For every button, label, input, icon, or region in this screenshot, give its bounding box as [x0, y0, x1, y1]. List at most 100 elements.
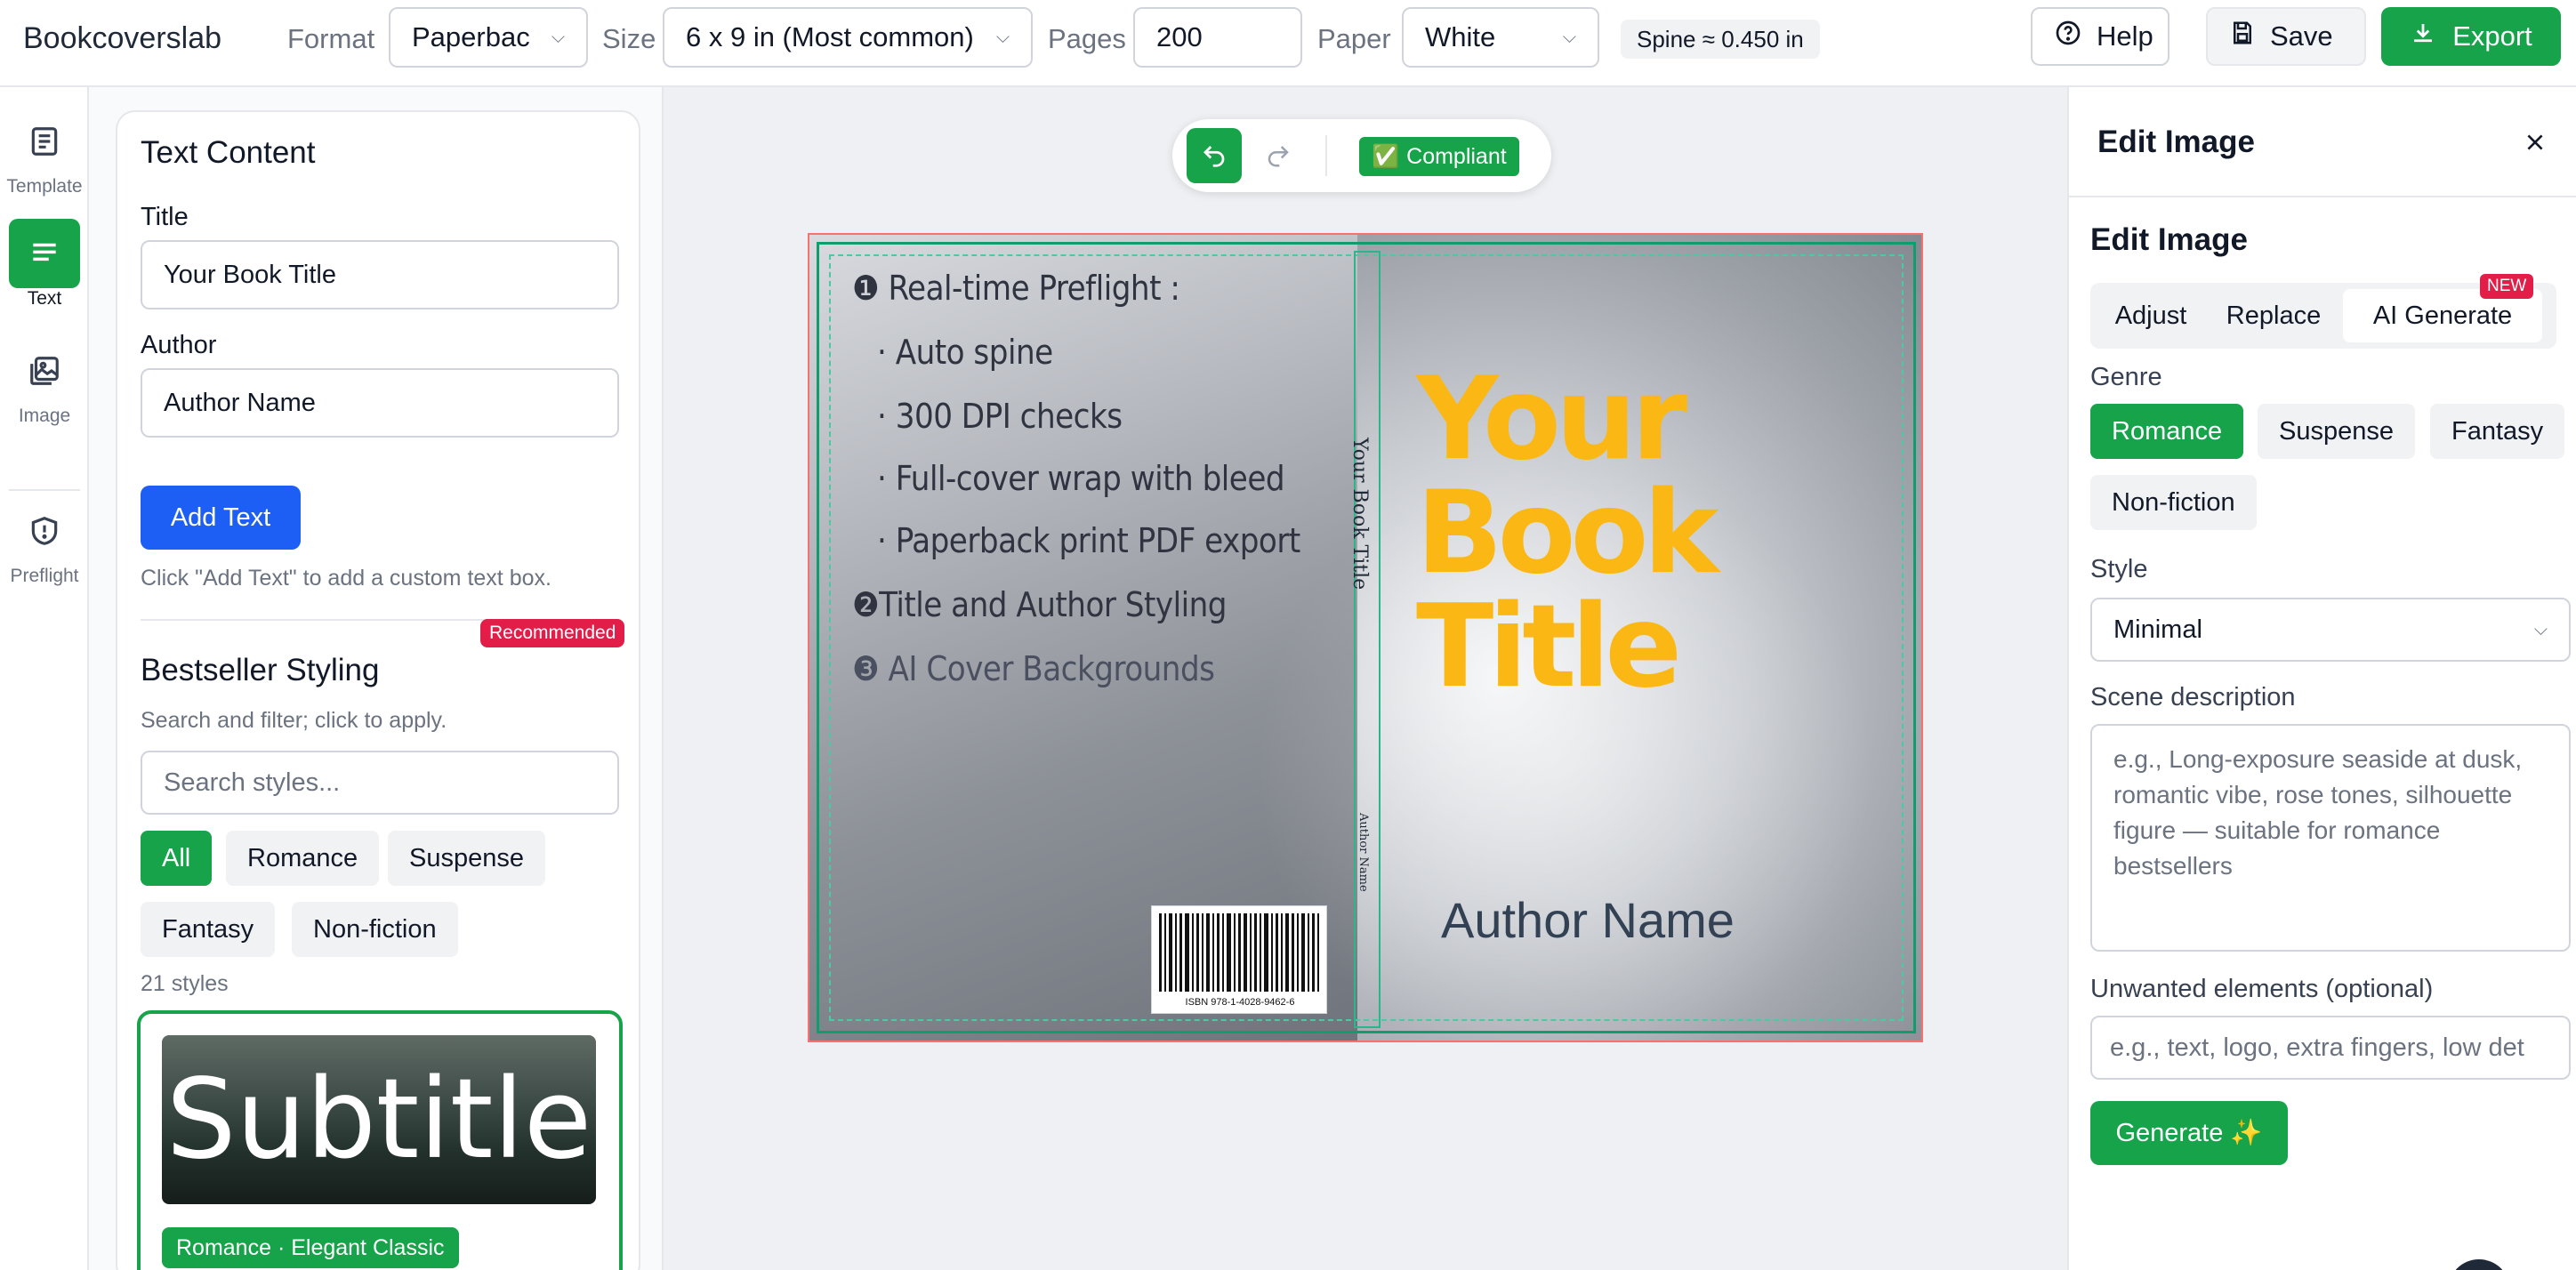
generate-button[interactable]: Generate ✨ [2090, 1101, 2288, 1165]
help-label: Help [2097, 20, 2153, 52]
spine-author[interactable]: Author Name [1356, 813, 1370, 892]
rail-item-template[interactable]: Template [0, 107, 89, 197]
format-label: Format [287, 23, 375, 54]
divider [2069, 196, 2576, 197]
close-icon[interactable] [2517, 125, 2553, 160]
author-input[interactable]: Author Name [141, 368, 619, 438]
back-text-line[interactable]: ❷Title and Author Styling [852, 585, 1227, 624]
size-value: 6 x 9 in (Most common) [686, 21, 974, 52]
editor-canvas: ✅ Compliant ❶ Real-time Preflight : · Au… [664, 87, 2067, 1270]
title-input[interactable]: Your Book Title [141, 240, 619, 309]
scene-description-textarea[interactable]: e.g., Long-exposure seaside at dusk, rom… [2090, 724, 2571, 952]
back-text-line[interactable]: ❸ AI Cover Backgrounds [852, 649, 1215, 688]
add-text-hint: Click "Add Text" to add a custom text bo… [141, 566, 551, 591]
back-text-line[interactable]: · Paperback print PDF export [877, 521, 1300, 560]
filter-chip-all[interactable]: All [141, 831, 213, 886]
format-value: Paperbac [412, 21, 530, 52]
genre-chip-fantasy[interactable]: Fantasy [2430, 404, 2565, 459]
book-cover[interactable]: ❶ Real-time Preflight : · Auto spine · 3… [808, 233, 1923, 1042]
chevron-down-icon: ⌵ [551, 27, 565, 47]
filter-chip-romance[interactable]: Romance [226, 831, 380, 886]
recommended-badge: Recommended [480, 619, 625, 647]
back-text-line[interactable]: · 300 DPI checks [877, 397, 1123, 436]
rail-label: Text [27, 288, 62, 309]
rail-label: Image [18, 406, 71, 426]
new-badge: NEW [2480, 274, 2534, 299]
format-select[interactable]: Paperbac ⌵ [389, 7, 588, 68]
paper-value: White [1425, 21, 1496, 52]
check-icon: ✅ [1372, 143, 1400, 169]
undo-button[interactable] [1187, 128, 1242, 183]
rail-label: Template [6, 176, 83, 197]
tab-replace[interactable]: Replace [2211, 289, 2336, 342]
compliant-badge[interactable]: ✅ Compliant [1359, 137, 1519, 176]
text-content-card: Text Content Title Your Book Title Autho… [116, 110, 640, 1270]
spine-guide [1354, 251, 1381, 1028]
genre-chip-non-fiction[interactable]: Non-fiction [2090, 475, 2257, 530]
spine-width-badge: Spine ≈ 0.450 in [1621, 20, 1820, 59]
paper-select[interactable]: White ⌵ [1402, 7, 1599, 68]
bestseller-styling-heading: Bestseller Styling [141, 653, 380, 687]
genre-label: Genre [2090, 363, 2162, 391]
barcode-bars [1159, 913, 1319, 992]
styling-hint: Search and filter; click to apply. [141, 708, 447, 733]
save-icon [2229, 20, 2256, 53]
style-select[interactable]: Minimal ⌵ [2090, 598, 2571, 662]
unwanted-elements-input[interactable]: e.g., text, logo, extra fingers, low det [2090, 1016, 2571, 1080]
author-label: Author [141, 331, 217, 359]
back-text-line[interactable]: · Full-cover wrap with bleed [877, 459, 1285, 498]
front-author[interactable]: Author Name [1441, 891, 1735, 949]
shield-icon [9, 496, 80, 566]
template-icon [9, 107, 80, 176]
toolbar-divider [1325, 135, 1327, 176]
filter-chip-fantasy[interactable]: Fantasy [141, 902, 276, 957]
canvas-toolbar: ✅ Compliant [1172, 119, 1551, 192]
rail-item-image[interactable]: Image [0, 336, 89, 427]
filter-chip-non-fiction[interactable]: Non-fiction [292, 902, 458, 957]
top-toolbar: Bookcoverslab Format Paperbac ⌵ Size 6 x… [0, 0, 2576, 87]
pages-label: Pages [1048, 23, 1126, 54]
save-label: Save [2270, 20, 2333, 52]
genre-chip-romance[interactable]: Romance [2090, 404, 2244, 459]
text-content-heading: Text Content [141, 135, 316, 170]
style-card[interactable]: Subtitle Romance · Elegant Classic [137, 1010, 623, 1270]
genre-chip-suspense[interactable]: Suspense [2258, 404, 2415, 459]
download-icon [2410, 20, 2436, 53]
export-label: Export [2452, 20, 2532, 52]
paper-label: Paper [1317, 23, 1391, 54]
text-panel: Text Content Title Your Book Title Autho… [89, 87, 664, 1270]
save-button[interactable]: Save [2206, 7, 2366, 66]
size-select[interactable]: 6 x 9 in (Most common) ⌵ [663, 7, 1033, 68]
spine-title[interactable]: Your Book Title [1348, 438, 1371, 590]
rail-item-preflight[interactable]: Preflight [0, 496, 89, 587]
isbn-barcode[interactable]: ISBN 978-1-4028-9462-6 [1151, 905, 1327, 1014]
rail-label: Preflight [10, 566, 79, 586]
pages-value: 200 [1156, 21, 1203, 52]
pages-input[interactable]: 200 [1133, 7, 1302, 68]
style-label: Style [2090, 555, 2148, 583]
rail-item-text[interactable]: Text [0, 219, 89, 309]
help-button[interactable]: Help [2031, 7, 2169, 66]
compliant-label: Compliant [1406, 143, 1507, 169]
style-preview-image: Subtitle [162, 1035, 596, 1204]
export-button[interactable]: Export [2381, 7, 2561, 66]
style-search-input[interactable]: Search styles... [141, 751, 619, 815]
style-count: 21 styles [141, 971, 229, 996]
rail-divider [9, 489, 80, 491]
help-icon [2054, 19, 2082, 54]
front-title-line: Title [1416, 581, 1682, 713]
tab-adjust[interactable]: Adjust [2097, 289, 2204, 342]
edit-image-title: Edit Image [2090, 222, 2248, 257]
back-text-line[interactable]: ❶ Real-time Preflight : [852, 269, 1180, 308]
add-text-button[interactable]: Add Text [141, 486, 301, 550]
panel-header: Edit Image [2097, 125, 2255, 159]
isbn-text: ISBN 978-1-4028-9462-6 [1185, 997, 1295, 1008]
front-title[interactable]: Your Book Title [1416, 363, 1719, 713]
image-icon [9, 336, 80, 406]
size-label: Size [602, 23, 656, 54]
filter-chip-suspense[interactable]: Suspense [388, 831, 545, 886]
chevron-down-icon: ⌵ [995, 27, 1010, 47]
redo-button[interactable] [1251, 128, 1306, 183]
back-text-line[interactable]: · Auto spine [877, 333, 1053, 372]
front-title-line: Book [1416, 467, 1719, 599]
